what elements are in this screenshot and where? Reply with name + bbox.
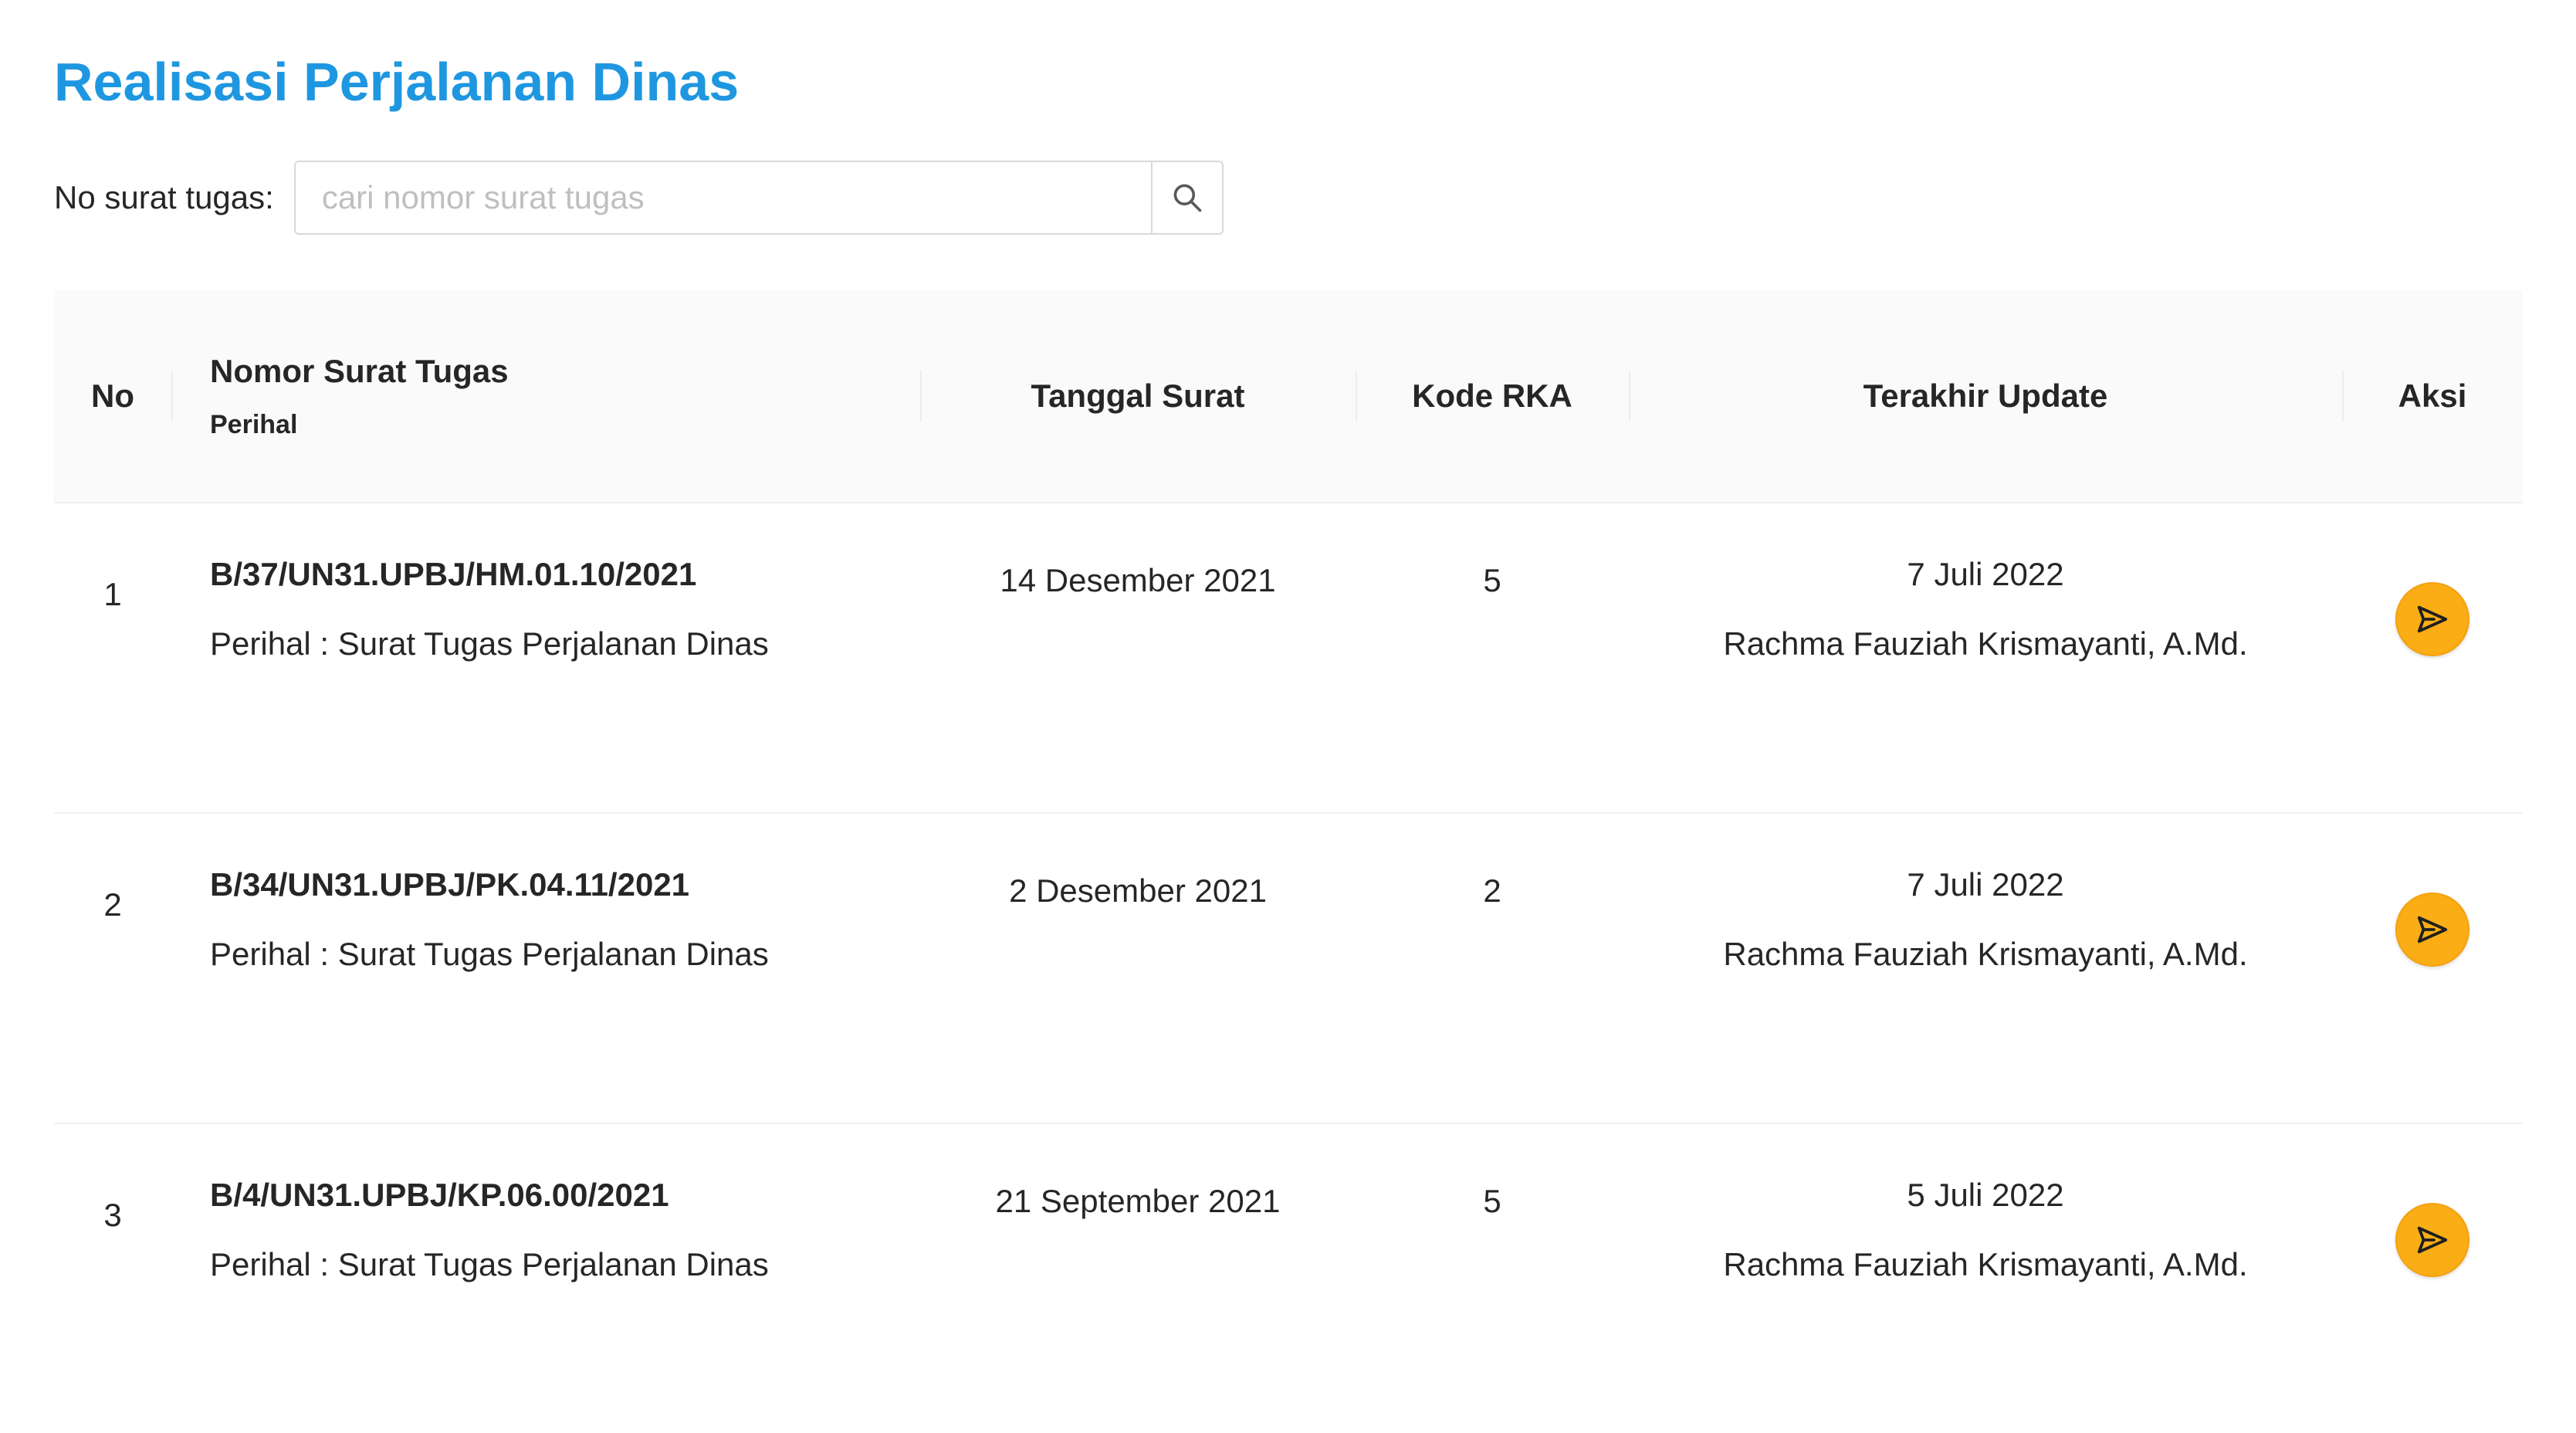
cell-kode: 5 — [1483, 1183, 1501, 1219]
update-user: Rachma Fauziah Krismayanti, A.Md. — [1723, 936, 2248, 972]
cell-nomor: B/34/UN31.UPBJ/PK.04.11/2021 Perihal : S… — [171, 813, 920, 1124]
cell-tanggal: 14 Desember 2021 — [920, 503, 1356, 814]
update-user: Rachma Fauziah Krismayanti, A.Md. — [1723, 625, 2248, 662]
send-button[interactable] — [2395, 582, 2469, 656]
table-row: 2 B/34/UN31.UPBJ/PK.04.11/2021 Perihal :… — [54, 813, 2523, 1124]
table-row: 1 B/37/UN31.UPBJ/HM.01.10/2021 Perihal :… — [54, 503, 2523, 814]
realisasi-table: No Nomor Surat Tugas Perihal Tanggal Sur… — [54, 290, 2523, 1433]
cell-kode: 2 — [1356, 813, 1629, 1124]
cell-update: 7 Juli 2022 Rachma Fauziah Krismayanti, … — [1629, 503, 2342, 814]
cell-kode: 5 — [1356, 503, 1629, 814]
cell-no: 3 — [103, 1197, 122, 1233]
search-row: No surat tugas: — [54, 161, 1224, 235]
cell-aksi — [2342, 503, 2523, 814]
cell-nomor: B/37/UN31.UPBJ/HM.01.10/2021 Perihal : S… — [171, 503, 920, 814]
cell-no: 1 — [54, 503, 171, 814]
search-label-text: No surat tugas — [54, 179, 266, 215]
header-tanggal[interactable]: Tanggal Surat — [920, 290, 1356, 503]
cell-tanggal: 2 Desember 2021 — [920, 813, 1356, 1124]
cell-update: 5 Juli 2022 Rachma Fauziah Krismayanti, … — [1629, 1123, 2342, 1433]
page: Realisasi Perjalanan Dinas No surat tuga… — [0, 0, 2576, 1282]
send-icon — [2417, 916, 2448, 943]
page-title: Realisasi Perjalanan Dinas — [54, 52, 740, 112]
cell-update: 7 Juli 2022 Rachma Fauziah Krismayanti, … — [1629, 813, 2342, 1124]
update-date: 7 Juli 2022 — [1907, 866, 2064, 903]
search-group — [293, 161, 1224, 235]
cell-aksi — [2342, 1123, 2523, 1433]
table-row: 3 B/4/UN31.UPBJ/KP.06.00/2021 Perihal : … — [54, 1123, 2523, 1433]
nomor-surat: B/37/UN31.UPBJ/HM.01.10/2021 — [210, 556, 697, 592]
search-input[interactable] — [293, 161, 1151, 235]
cell-aksi — [2342, 813, 2523, 1124]
table-header-row: No Nomor Surat Tugas Perihal Tanggal Sur… — [54, 290, 2523, 503]
cell-nomor: B/4/UN31.UPBJ/KP.06.00/2021 Perihal : Su… — [171, 1123, 920, 1433]
search-label-colon: : — [265, 179, 274, 215]
header-nomor-label: Nomor Surat Tugas — [210, 352, 509, 389]
header-update[interactable]: Terakhir Update — [1629, 290, 2342, 503]
send-button[interactable] — [2395, 893, 2469, 967]
cell-tanggal: 21 September 2021 — [995, 1183, 1281, 1219]
perihal-text: Perihal : Surat Tugas Perjalanan Dinas — [210, 1246, 769, 1282]
header-no: No — [54, 290, 171, 503]
search-label: No surat tugas: — [54, 179, 274, 216]
header-aksi: Aksi — [2342, 290, 2523, 503]
update-date: 5 Juli 2022 — [1907, 1177, 2064, 1213]
header-perihal-label: Perihal — [210, 409, 298, 439]
search-icon — [1173, 184, 1202, 212]
perihal-text: Perihal : Surat Tugas Perjalanan Dinas — [210, 625, 769, 662]
send-icon — [2417, 605, 2448, 633]
update-date: 7 Juli 2022 — [1907, 556, 2064, 592]
perihal-text: Perihal : Surat Tugas Perjalanan Dinas — [210, 936, 769, 972]
send-button[interactable] — [2395, 1203, 2469, 1277]
header-nomor[interactable]: Nomor Surat Tugas Perihal — [171, 290, 920, 503]
cell-no: 2 — [54, 813, 171, 1124]
header-kode[interactable]: Kode RKA — [1356, 290, 1629, 503]
search-button[interactable] — [1150, 161, 1224, 235]
nomor-surat: B/4/UN31.UPBJ/KP.06.00/2021 — [210, 1177, 669, 1213]
nomor-surat: B/34/UN31.UPBJ/PK.04.11/2021 — [210, 866, 690, 903]
update-user: Rachma Fauziah Krismayanti, A.Md. — [1723, 1246, 2248, 1282]
send-icon — [2417, 1226, 2448, 1254]
